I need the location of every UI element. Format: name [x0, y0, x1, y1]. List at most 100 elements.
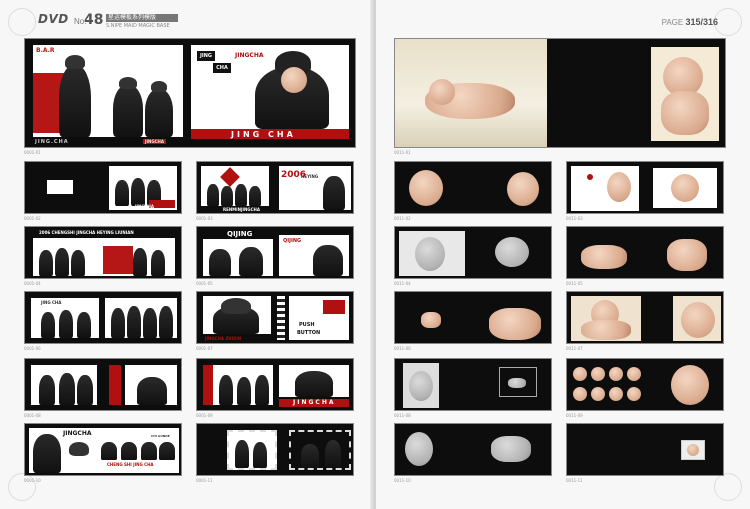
- thumb-photo: JINGCHA CHENG SHI JING CHA CHI GUNDE: [29, 428, 179, 473]
- kid-figure: [77, 312, 91, 338]
- right-page: PAGE 315/316 0011-01 0011-02 0011-03 001…: [376, 0, 750, 509]
- kid-figure: [143, 308, 157, 338]
- template-thumb[interactable]: JINGCHA ZHIXIN PUSH BUTTON: [196, 291, 354, 344]
- caption: 0011-07: [566, 346, 583, 351]
- kid-figure: [235, 440, 249, 468]
- red-tag: [323, 300, 345, 314]
- kid-face: [121, 442, 137, 460]
- template-thumb[interactable]: [566, 161, 724, 214]
- thumb-photo: [571, 296, 641, 341]
- baby-head: [591, 367, 605, 381]
- kid-figure: [39, 250, 53, 276]
- kid-face: [281, 67, 307, 93]
- thumb-text: JING CHA: [41, 300, 62, 305]
- caption: 0001-11: [196, 478, 213, 483]
- hero-photo-right: JING CHA JINGCHA: [191, 45, 349, 129]
- red-banner: JINGCHA: [279, 399, 349, 407]
- thumb-photo: [499, 367, 537, 397]
- template-thumb[interactable]: QIJING QIJING: [196, 226, 354, 279]
- hero-photo-left: [395, 39, 547, 147]
- kid-figure: [219, 375, 233, 405]
- kid-figure: [41, 312, 55, 338]
- caption: 0001-01: [24, 150, 41, 155]
- thumb-photo: JING CHA: [31, 298, 99, 338]
- template-hero[interactable]: [394, 38, 726, 148]
- caption: 0011-08: [394, 413, 411, 418]
- film-strip: [277, 296, 285, 340]
- thumb-photo: [403, 363, 439, 408]
- hero-photo-left: B.A.R: [33, 45, 183, 137]
- caption: 0001-06: [24, 346, 41, 351]
- brand-box-top: JING: [197, 51, 215, 61]
- template-thumb[interactable]: [394, 161, 552, 214]
- kid-portrait: [295, 371, 333, 397]
- template-thumb[interactable]: [394, 291, 552, 344]
- baby-head: [671, 365, 709, 405]
- caption: 0001-07: [196, 346, 213, 351]
- thumb-photo: [227, 430, 277, 470]
- helmet-icon: [119, 77, 137, 89]
- kid-figure: [209, 249, 231, 276]
- template-thumb[interactable]: [566, 291, 724, 344]
- corner-ornament-icon: [8, 8, 36, 36]
- kid-figure: [145, 89, 173, 137]
- caption: 0011-02: [394, 216, 411, 221]
- baby-head: [671, 174, 699, 202]
- baby-figure: [667, 239, 707, 271]
- thumb-photo: [31, 365, 97, 405]
- hero-bottom-left: JING.CHA: [35, 139, 69, 145]
- template-thumb[interactable]: [566, 423, 724, 476]
- baby-figure: [409, 371, 433, 401]
- thumb-photo: [125, 365, 177, 405]
- caption: 0001-04: [24, 281, 41, 286]
- template-thumb[interactable]: [394, 423, 552, 476]
- thumb-photo: [571, 166, 639, 211]
- kid-figure: [325, 440, 341, 468]
- baby-head: [687, 444, 699, 456]
- baby-figure: [491, 436, 531, 462]
- thumb-note: CHI GUNDE: [151, 434, 170, 438]
- baby-head: [507, 172, 539, 206]
- page-range: 315/316: [685, 17, 718, 27]
- thumb-text: JINGCHA ZHIXIN: [205, 336, 242, 341]
- template-thumb[interactable]: [566, 358, 724, 411]
- template-thumb[interactable]: [394, 358, 552, 411]
- truck-image: [103, 246, 133, 274]
- thumb-photo: [289, 430, 351, 470]
- thumb-text: CHENG SHI JING CHA: [107, 462, 154, 467]
- baby-head: [405, 432, 433, 466]
- template-thumb[interactable]: 2006 HEYING RENMINJINGCHA: [196, 161, 354, 214]
- template-hero[interactable]: B.A.R JING CHA JINGCHA JING CHA JING.CHA…: [24, 38, 356, 148]
- baby-head: [429, 79, 455, 105]
- kid-figure: [151, 250, 165, 276]
- baby-head: [609, 387, 623, 401]
- template-thumb[interactable]: JINGCHA: [24, 161, 182, 214]
- template-thumb[interactable]: [566, 226, 724, 279]
- thumb-photo: [681, 440, 705, 460]
- thumb-photo: [203, 365, 273, 405]
- kid-figure: [159, 306, 173, 338]
- kid-figure: [237, 377, 251, 405]
- thumb-text: 2006 CHENGSHI JINGCHA HEYING LIUNIAN: [39, 230, 134, 235]
- hero-photo-right: [651, 47, 719, 141]
- baby-head: [681, 302, 715, 338]
- caption: 0001-09: [196, 413, 213, 418]
- kid-figure: [137, 377, 167, 405]
- template-thumb[interactable]: [196, 423, 354, 476]
- thumb-photo: [279, 365, 349, 397]
- caption: 0011-10: [394, 478, 411, 483]
- template-thumb[interactable]: [24, 358, 182, 411]
- template-thumb[interactable]: JINGCHA: [196, 358, 354, 411]
- helmet-icon: [151, 81, 167, 92]
- template-thumb[interactable]: JINGCHA CHENG SHI JING CHA CHI GUNDE: [24, 423, 182, 476]
- hero-bar-text: B.A.R: [36, 47, 55, 54]
- kid-figure: [71, 250, 85, 276]
- rose-icon: [587, 174, 593, 180]
- left-page: DVD No. 48 星运模板系列模版 S.NIPE MAID MAGIC BA…: [0, 0, 374, 509]
- thumb-photo: [105, 298, 177, 338]
- template-thumb[interactable]: [394, 226, 552, 279]
- template-thumb[interactable]: JING CHA: [24, 291, 182, 344]
- kid-figure: [33, 434, 61, 473]
- template-thumb[interactable]: 2006 CHENGSHI JINGCHA HEYING LIUNIAN: [24, 226, 182, 279]
- kid-figure: [111, 308, 125, 338]
